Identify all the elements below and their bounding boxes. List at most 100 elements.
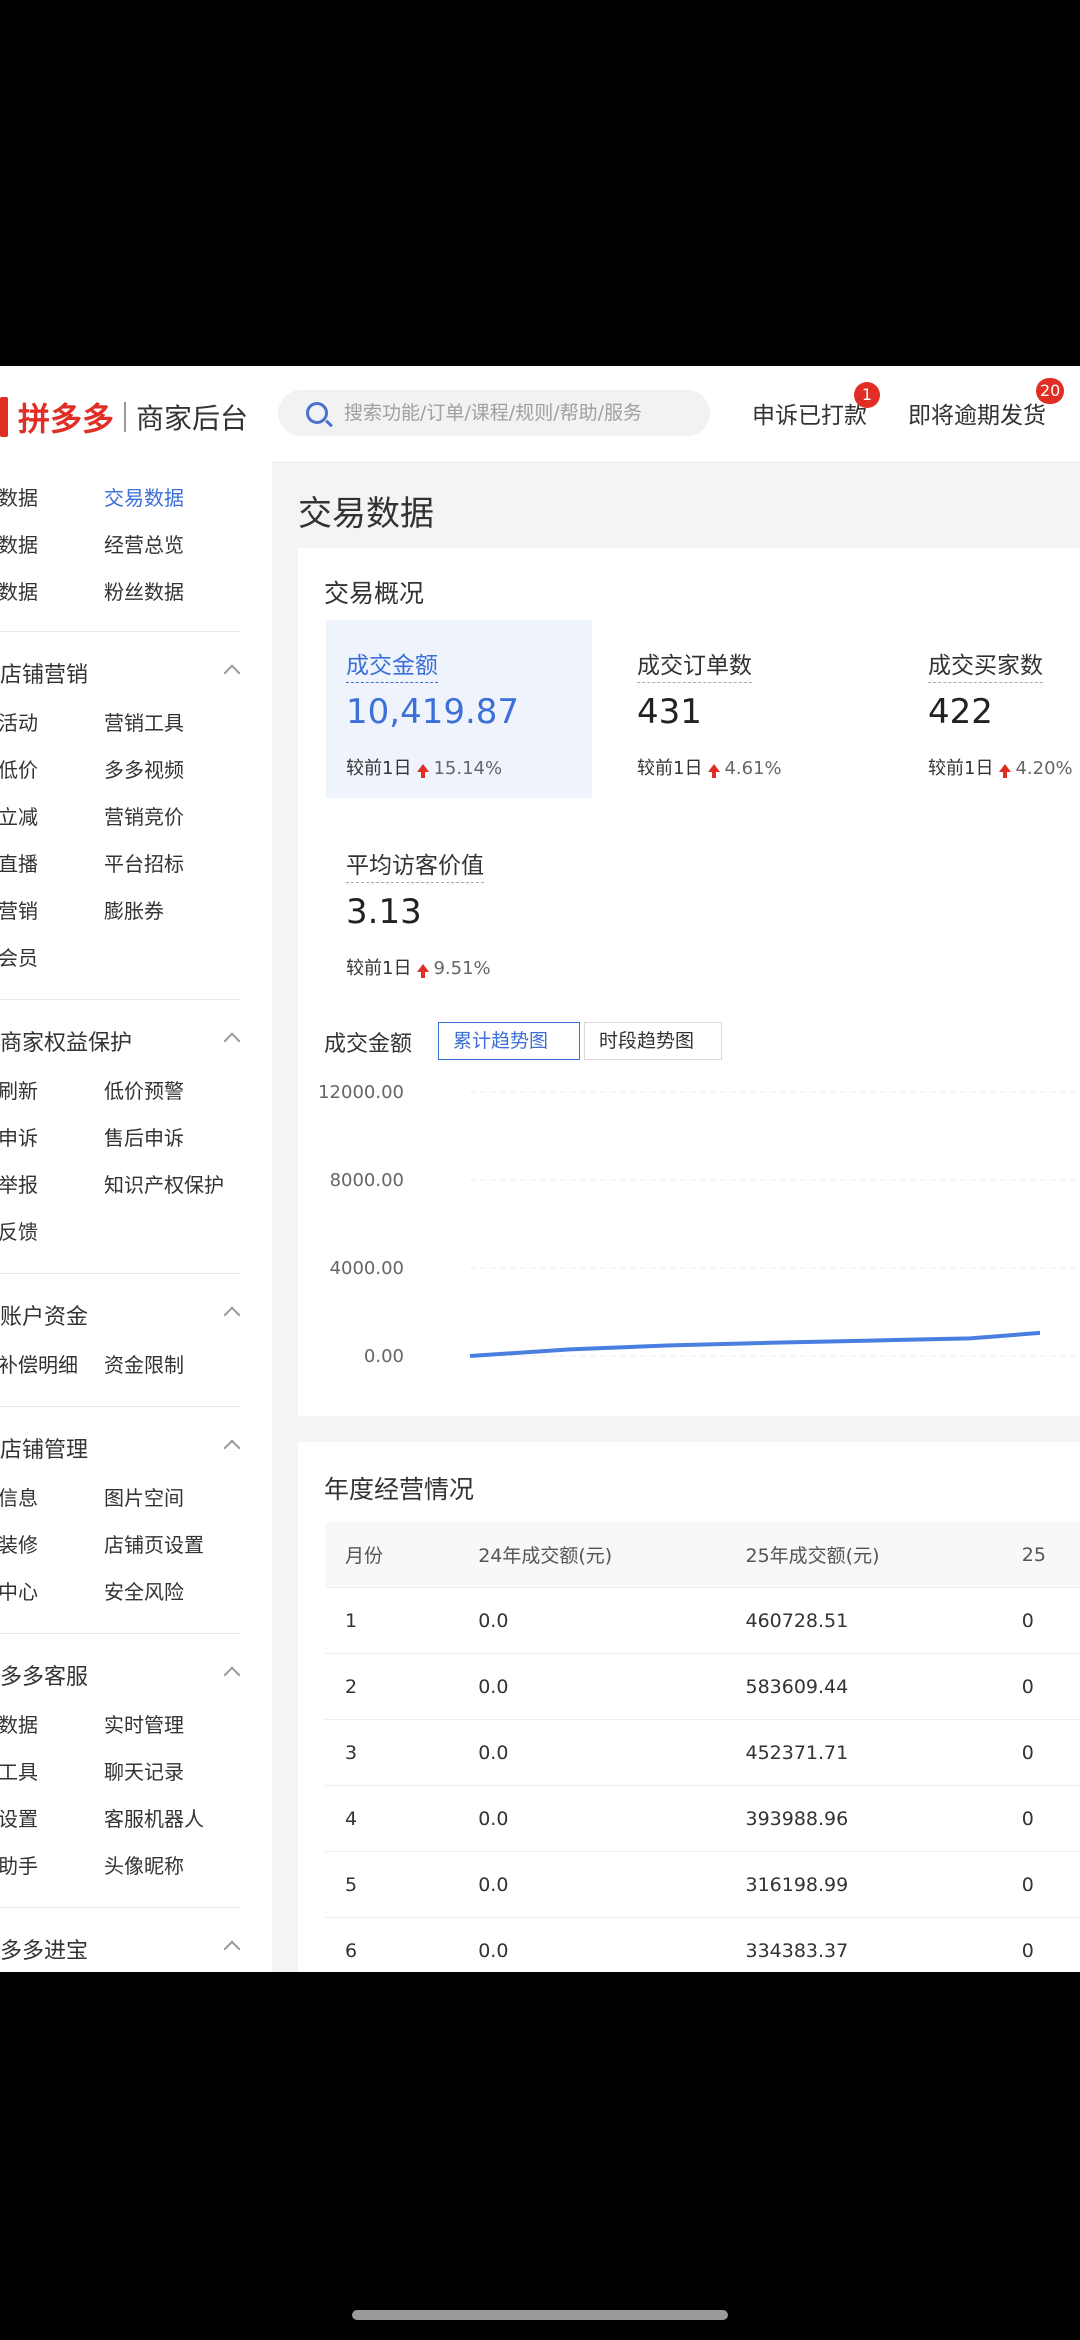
sidebar-item[interactable]: 图片空间 xyxy=(104,1482,184,1511)
logo[interactable]: 拼多多 商家后台 xyxy=(0,394,248,440)
sidebar-item[interactable]: 交易数据 xyxy=(104,482,184,511)
metric-orders[interactable]: 成交订单数 431 较前1日 4.61% xyxy=(617,620,883,798)
sidebar-item[interactable]: 会员 xyxy=(0,942,38,971)
logo-text: 拼多多 xyxy=(18,400,115,438)
sidebar-item[interactable]: 客服机器人 xyxy=(104,1803,204,1832)
table-cell: 0.0 xyxy=(458,1917,726,1972)
sidebar-item[interactable]: 反馈 xyxy=(0,1216,38,1245)
chevron-up-icon[interactable] xyxy=(223,1306,241,1324)
sidebar-item[interactable]: 营销竞价 xyxy=(104,801,184,830)
sidebar-item[interactable]: 工具 xyxy=(0,1756,38,1785)
sidebar-divider xyxy=(0,1273,240,1274)
overdue-shipping-link[interactable]: 即将逾期发货 xyxy=(908,396,1046,430)
chevron-up-icon[interactable] xyxy=(223,1666,241,1684)
sidebar-section-title[interactable]: 多多进宝 xyxy=(0,1933,88,1965)
sidebar-item[interactable]: 店铺页设置 xyxy=(104,1529,204,1558)
table-header-cell: 25年成交额(元) xyxy=(725,1522,1002,1588)
metric-label: 成交金额 xyxy=(346,646,438,683)
sidebar-item[interactable]: 营销 xyxy=(0,895,38,924)
sidebar-item[interactable]: 中心 xyxy=(0,1576,38,1605)
appeal-paid-badge: 1 xyxy=(854,382,880,408)
arrow-up-icon xyxy=(999,764,1012,778)
table-cell: 2 xyxy=(325,1653,459,1720)
compare-label: 较前1日 xyxy=(346,758,412,779)
sidebar-item[interactable]: 售后申诉 xyxy=(104,1122,184,1151)
metric-compare: 较前1日 15.14% xyxy=(346,754,502,780)
page-title: 交易数据 xyxy=(298,494,434,534)
chevron-up-icon[interactable] xyxy=(223,664,241,682)
metric-visitor-value[interactable]: 平均访客价值 3.13 较前1日 9.51% xyxy=(326,820,592,998)
app-screen: 拼多多 商家后台 申诉已打款 1 即将逾期发货 20 数据交易数据数据经营总览数… xyxy=(0,366,1080,1972)
table-cell: 4 xyxy=(325,1785,459,1852)
metric-value: 431 xyxy=(637,692,702,732)
sidebar-item[interactable]: 平台招标 xyxy=(104,848,184,877)
sidebar-section-title[interactable]: 多多客服 xyxy=(0,1659,88,1691)
sidebar-item[interactable]: 信息 xyxy=(0,1482,38,1511)
sidebar-item[interactable]: 营销工具 xyxy=(104,707,184,736)
sidebar-item[interactable]: 立减 xyxy=(0,801,38,830)
metric-value: 10,419.87 xyxy=(346,692,520,732)
metric-label: 成交买家数 xyxy=(928,646,1043,683)
sidebar-item[interactable]: 多多视频 xyxy=(104,754,184,783)
table-cell: 0 xyxy=(1001,1851,1080,1918)
sidebar-item[interactable]: 低价 xyxy=(0,754,38,783)
appeal-paid-link[interactable]: 申诉已打款 xyxy=(752,396,867,430)
sidebar-item[interactable]: 补偿明细 xyxy=(0,1349,78,1378)
sidebar-section-title[interactable]: 账户资金 xyxy=(0,1299,88,1331)
sidebar-item[interactable]: 申诉 xyxy=(0,1122,38,1151)
chevron-up-icon[interactable] xyxy=(223,1032,241,1050)
gmv-trend-chart: 12000.008000.004000.000.0000:0004:00 xyxy=(318,1082,1080,1366)
sidebar-item[interactable]: 资金限制 xyxy=(104,1349,184,1378)
annual-table: 月份 24年成交额(元) 25年成交额(元) 25 1 0.0 460728.51 0… xyxy=(325,1522,1080,1972)
chevron-up-icon[interactable] xyxy=(223,1940,241,1958)
annual-table-body: 1 0.0 460728.51 0 2 0.0 583609.44 0 3 0.0 452371.7… xyxy=(325,1587,1080,1972)
metric-label: 平均访客价值 xyxy=(346,846,484,883)
sidebar-section-title[interactable]: 店铺营销 xyxy=(0,657,88,689)
sidebar-item[interactable]: 数据 xyxy=(0,529,38,558)
overdue-shipping-label: 即将逾期发货 xyxy=(908,403,1046,429)
sidebar-item[interactable]: 直播 xyxy=(0,848,38,877)
sidebar-item[interactable]: 活动 xyxy=(0,707,38,736)
sidebar-item[interactable]: 刷新 xyxy=(0,1075,38,1104)
metric-buyers[interactable]: 成交买家数 422 较前1日 4.20% xyxy=(908,620,1080,798)
logo-mark-icon xyxy=(0,397,8,437)
sidebar-item[interactable]: 膨胀券 xyxy=(104,895,164,924)
sidebar-item[interactable]: 聊天记录 xyxy=(104,1756,184,1785)
table-cell: 0 xyxy=(1001,1917,1080,1972)
table-cell: 5 xyxy=(325,1851,459,1918)
sidebar-item[interactable]: 数据 xyxy=(0,1709,38,1738)
home-indicator[interactable] xyxy=(352,2310,728,2320)
table-cell: 0.0 xyxy=(458,1851,726,1918)
table-cell: 0.0 xyxy=(458,1587,726,1654)
sidebar-item[interactable]: 经营总览 xyxy=(104,529,184,558)
y-tick-label: 8000.00 xyxy=(330,1170,404,1191)
tab-cumulative-trend[interactable]: 累计趋势图 xyxy=(438,1022,580,1060)
compare-pct: 15.14% xyxy=(433,758,503,779)
sidebar-section-title[interactable]: 商家权益保护 xyxy=(0,1025,132,1057)
sidebar-item[interactable]: 设置 xyxy=(0,1803,38,1832)
tab-hourly-trend[interactable]: 时段趋势图 xyxy=(584,1022,722,1060)
metric-value: 422 xyxy=(928,692,993,732)
sidebar-item[interactable]: 粉丝数据 xyxy=(104,576,184,605)
sidebar-item[interactable]: 知识产权保护 xyxy=(104,1169,224,1198)
sidebar-item[interactable]: 头像昵称 xyxy=(104,1850,184,1879)
table-cell: 583609.44 xyxy=(725,1653,1002,1720)
sidebar-item[interactable]: 数据 xyxy=(0,482,38,511)
sidebar-item[interactable]: 助手 xyxy=(0,1850,38,1879)
sidebar-item[interactable]: 低价预警 xyxy=(104,1075,184,1104)
sidebar-section-title[interactable]: 店铺管理 xyxy=(0,1432,88,1464)
metric-gmv[interactable]: 成交金额 10,419.87 较前1日 15.14% xyxy=(326,620,592,798)
search-input[interactable] xyxy=(342,401,706,425)
sidebar-item[interactable]: 安全风险 xyxy=(104,1576,184,1605)
sidebar-item[interactable]: 实时管理 xyxy=(104,1709,184,1738)
sidebar-item[interactable]: 装修 xyxy=(0,1529,38,1558)
arrow-up-icon xyxy=(417,964,430,978)
logo-subtitle: 商家后台 xyxy=(136,402,249,435)
metric-value: 3.13 xyxy=(346,892,422,932)
sidebar-item[interactable]: 数据 xyxy=(0,576,38,605)
sidebar-item[interactable]: 举报 xyxy=(0,1169,38,1198)
search-box[interactable] xyxy=(278,390,710,436)
compare-pct: 4.20% xyxy=(1015,758,1073,779)
annual-title: 年度经营情况 xyxy=(324,1475,475,1504)
chevron-up-icon[interactable] xyxy=(223,1439,241,1457)
